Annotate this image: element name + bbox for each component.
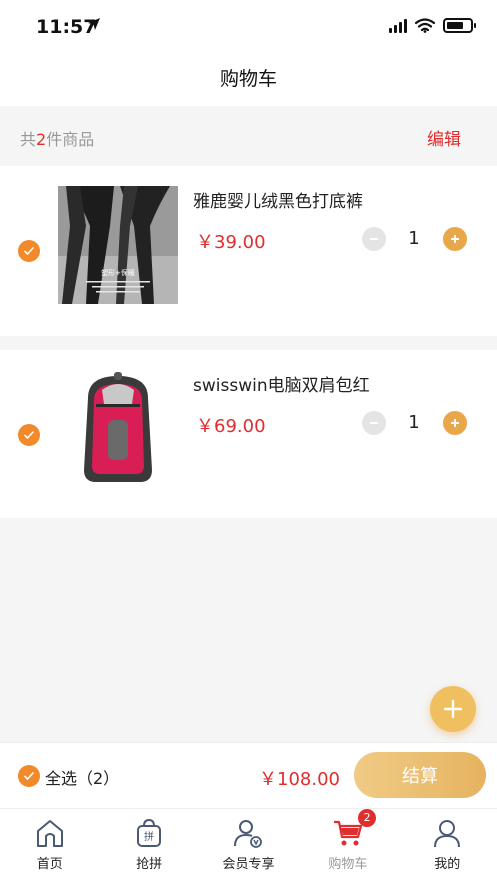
profile-icon — [434, 820, 461, 848]
group-buy-bag-icon: 拼 — [137, 818, 162, 847]
cart-item: 塑形+保暖 雅鹿婴儿绒黑色打底裤 ￥39.00 1 — [0, 166, 497, 336]
tab-label: 抢拼 — [136, 857, 163, 872]
edit-button[interactable]: 编辑 — [427, 125, 461, 150]
checkmark-icon — [23, 430, 35, 440]
tab-label: 购物车 — [328, 857, 368, 872]
item-count-suffix: 件商品 — [46, 130, 95, 149]
bottom-tab-bar: 首页 拼 抢拼 会员专享 2 购物车 我的 — [0, 808, 497, 883]
cart-summary-bar: 共2件商品 编辑 — [0, 106, 497, 166]
tab-label: 会员专享 — [222, 857, 275, 872]
cart-item: swisswin电脑双肩包红 ￥69.00 1 — [0, 350, 497, 518]
status-icons — [389, 18, 476, 33]
product-title[interactable]: 雅鹿婴儿绒黑色打底裤 — [193, 187, 363, 212]
plus-icon — [451, 235, 459, 243]
tab-cart[interactable]: 2 购物车 — [298, 809, 397, 883]
checkout-bar: 全选（2） ￥108.00 结算 — [0, 742, 497, 808]
quantity-decrease-button[interactable] — [362, 227, 386, 251]
page-title: 购物车 — [219, 68, 277, 90]
product-title[interactable]: swisswin电脑双肩包红 — [193, 371, 370, 396]
product-image-leggings[interactable]: 塑形+保暖 — [58, 186, 178, 304]
item-select-checkbox[interactable] — [18, 240, 40, 262]
tab-label: 我的 — [434, 857, 461, 872]
minus-icon — [370, 238, 378, 240]
minus-icon — [370, 422, 378, 424]
cellular-signal-icon — [389, 18, 407, 33]
checkmark-icon — [23, 246, 35, 256]
select-all-checkbox[interactable] — [18, 765, 40, 787]
nav-bar: 购物车 — [0, 56, 497, 106]
status-bar: 11:57 — [0, 0, 497, 56]
quantity-decrease-button[interactable] — [362, 411, 386, 435]
product-price: ￥69.00 — [196, 416, 266, 437]
item-count: 2 — [36, 130, 47, 149]
product-price: ￥39.00 — [196, 232, 266, 253]
total-price: ￥108.00 — [259, 769, 340, 790]
tab-group-buy[interactable]: 拼 抢拼 — [99, 809, 198, 883]
cart-badge: 2 — [358, 809, 377, 827]
member-icon — [234, 820, 263, 848]
item-count-prefix: 共 — [20, 130, 37, 149]
tab-label: 首页 — [36, 857, 63, 872]
product-image-backpack[interactable] — [58, 370, 178, 488]
quantity-increase-button[interactable] — [443, 411, 467, 435]
svg-text:拼: 拼 — [144, 830, 154, 843]
quantity-increase-button[interactable] — [443, 227, 467, 251]
product-image-caption: 塑形+保暖 — [101, 268, 135, 277]
select-all-label[interactable]: 全选（2） — [45, 765, 119, 789]
quantity-value: 1 — [408, 412, 420, 433]
checkmark-icon — [23, 771, 35, 781]
item-select-checkbox[interactable] — [18, 424, 40, 446]
checkout-button[interactable]: 结算 — [354, 752, 486, 798]
item-count-text: 共2件商品 — [20, 126, 94, 150]
battery-icon — [443, 18, 476, 33]
plus-icon — [451, 419, 459, 427]
tab-home[interactable]: 首页 — [0, 809, 99, 883]
plus-icon — [443, 699, 463, 719]
floating-add-button[interactable] — [430, 686, 476, 732]
tab-member[interactable]: 会员专享 — [199, 809, 298, 883]
home-icon — [36, 820, 63, 847]
location-arrow-icon — [88, 18, 100, 30]
tab-profile[interactable]: 我的 — [398, 809, 497, 883]
quantity-value: 1 — [408, 228, 420, 249]
wifi-icon — [415, 18, 435, 33]
